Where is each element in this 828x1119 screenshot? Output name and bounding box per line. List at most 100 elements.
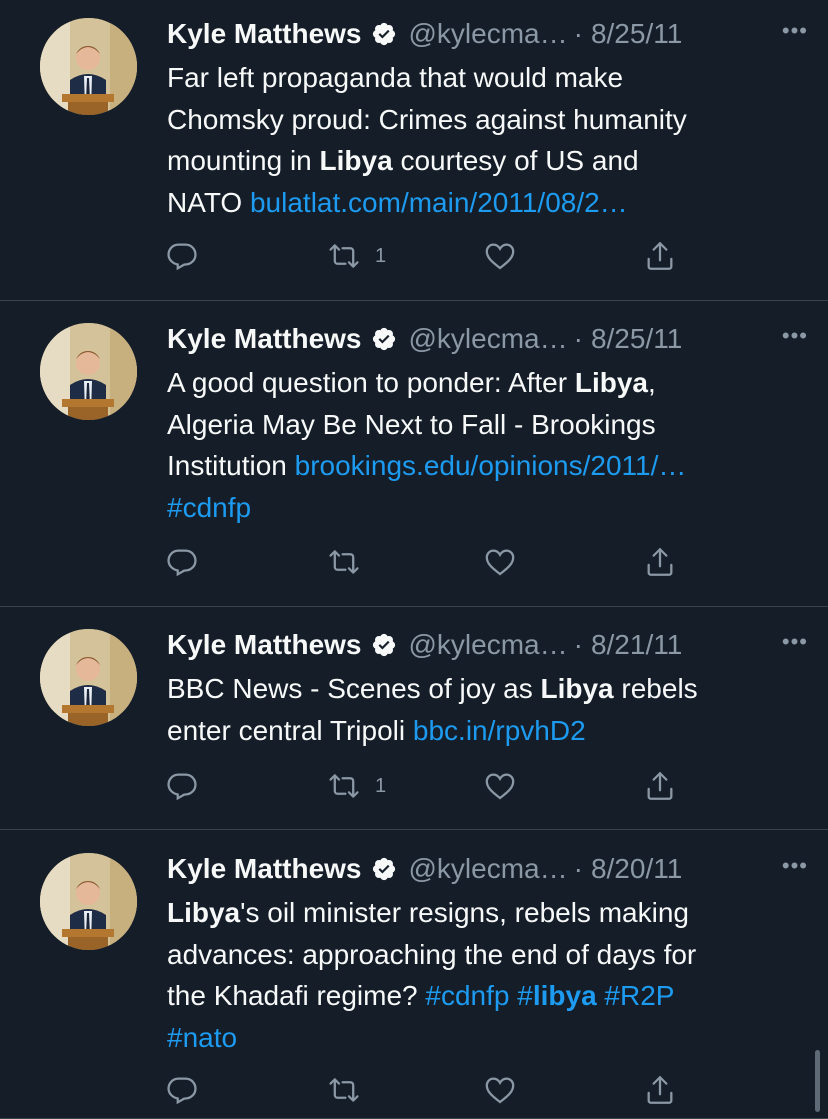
tweet-text-line: #nato [167, 1017, 787, 1059]
author-handle[interactable]: @kylecma… [409, 853, 568, 885]
reply-icon [165, 1073, 199, 1107]
author-name[interactable]: Kyle Matthews [167, 853, 362, 885]
separator: · [573, 853, 583, 884]
tweet-link[interactable]: # [517, 980, 533, 1011]
tweet-text: A good question to ponder: After Libya, A… [167, 362, 787, 528]
tweet-link[interactable]: #cdnfp [167, 492, 251, 523]
like-button[interactable] [483, 236, 517, 276]
separator: · [573, 629, 583, 660]
tweet-text-line: BBC News - Scenes of joy as Libya rebels [167, 668, 787, 710]
share-button[interactable] [643, 236, 677, 276]
like-button[interactable] [483, 1070, 517, 1110]
scrollbar[interactable] [815, 1050, 820, 1112]
reply-button[interactable] [165, 766, 199, 806]
reply-icon [165, 239, 199, 273]
tweet-link[interactable]: #nato [167, 1022, 237, 1053]
tweet-text: Libya's oil minister resigns, rebels mak… [167, 892, 787, 1058]
tweet-text-line: enter central Tripoli bbc.in/rpvhD2 [167, 710, 787, 752]
tweet-link[interactable]: #cdnfp [425, 980, 509, 1011]
avatar[interactable] [40, 853, 137, 950]
tweet-date[interactable]: 8/20/11 [591, 853, 682, 885]
retweet-count: 1 [375, 244, 387, 267]
author-handle[interactable]: @kylecma… [409, 18, 568, 50]
author-name[interactable]: Kyle Matthews [167, 323, 362, 355]
tweet-actions: 1 [165, 236, 685, 276]
more-options-icon[interactable]: ••• [782, 629, 808, 655]
tweet-actions [165, 542, 685, 582]
text-segment: the Khadafi regime? [167, 980, 426, 1011]
highlighted-keyword: Libya [574, 367, 648, 398]
tweet-header: Kyle Matthews @kylecma… · 8/25/11 ••• [167, 319, 808, 359]
like-button[interactable] [483, 542, 517, 582]
like-icon [483, 545, 517, 579]
tweet-text-line: #cdnfp [167, 487, 787, 529]
retweet-button[interactable] [327, 542, 375, 582]
author-name[interactable]: Kyle Matthews [167, 629, 362, 661]
share-button[interactable] [643, 542, 677, 582]
retweet-button[interactable] [327, 1070, 375, 1110]
reply-icon [165, 545, 199, 579]
reply-button[interactable] [165, 542, 199, 582]
text-segment: enter central Tripoli [167, 714, 413, 746]
separator: · [573, 18, 583, 49]
tweet-link[interactable]: #R2P [604, 980, 674, 1011]
highlighted-keyword: Libya [167, 897, 241, 928]
retweet-icon [327, 545, 361, 579]
retweet-icon [327, 1073, 361, 1107]
tweet-text-line: the Khadafi regime? #cdnfp #libya #R2P [167, 975, 787, 1017]
text-segment: mounting in [167, 145, 320, 176]
retweet-icon [327, 239, 361, 273]
like-icon [483, 1073, 517, 1107]
like-icon [483, 769, 517, 803]
tweet-header: Kyle Matthews @kylecma… · 8/21/11 ••• [167, 625, 808, 665]
verified-badge-icon [371, 326, 397, 352]
tweet-link[interactable]: bulatlat.com/main/2011/08/2… [250, 187, 628, 218]
retweet-button[interactable]: 1 [327, 236, 386, 276]
text-segment: , [648, 367, 656, 398]
retweet-button[interactable]: 1 [327, 766, 386, 806]
tweet[interactable]: Kyle Matthews @kylecma… · 8/20/11 ••• Libya'… [0, 830, 828, 1119]
tweet-text-line: Algeria May Be Next to Fall - Brookings [167, 404, 787, 446]
tweet-link[interactable]: brookings.edu/opinions/2011/… [295, 450, 687, 481]
share-button[interactable] [643, 1070, 677, 1110]
tweet-actions [165, 1070, 685, 1110]
tweet-link[interactable]: bbc.in/rpvhD2 [413, 715, 586, 746]
text-segment: rebels [613, 673, 698, 704]
more-options-icon[interactable]: ••• [782, 323, 808, 349]
text-segment: courtesy of US and [392, 145, 639, 176]
author-handle[interactable]: @kylecma… [409, 629, 568, 661]
tweet-text-line: Libya's oil minister resigns, rebels mak… [167, 892, 787, 934]
tweet-link[interactable]: libya [533, 980, 597, 1011]
more-options-icon[interactable]: ••• [782, 853, 808, 879]
reply-icon [165, 769, 199, 803]
share-icon [643, 545, 677, 579]
share-icon [643, 769, 677, 803]
text-segment: NATO [167, 186, 250, 218]
verified-badge-icon [371, 632, 397, 658]
more-options-icon[interactable]: ••• [782, 18, 808, 44]
author-name[interactable]: Kyle Matthews [167, 18, 362, 50]
text-segment: Institution [167, 450, 295, 481]
reply-button[interactable] [165, 236, 199, 276]
tweet[interactable]: Kyle Matthews @kylecma… · 8/25/11 ••• A good… [0, 301, 828, 607]
text-segment: Far left propaganda that would make [167, 62, 624, 93]
highlighted-keyword: Libya [540, 673, 614, 704]
tweet[interactable]: Kyle Matthews @kylecma… · 8/21/11 ••• BBC Ne… [0, 607, 828, 830]
tweet-date[interactable]: 8/25/11 [591, 323, 682, 355]
text-segment: Algeria May Be Next to Fall - Brookings [167, 408, 656, 440]
tweet[interactable]: Kyle Matthews @kylecma… · 8/25/11 ••• Far le… [0, 0, 828, 301]
reply-button[interactable] [165, 1070, 199, 1110]
avatar[interactable] [40, 323, 137, 420]
share-button[interactable] [643, 766, 677, 806]
tweet-text-line: NATO bulatlat.com/main/2011/08/2… [167, 182, 787, 224]
tweet-date[interactable]: 8/25/11 [591, 18, 682, 50]
author-handle[interactable]: @kylecma… [409, 323, 568, 355]
like-button[interactable] [483, 766, 517, 806]
text-segment: A good question to ponder: After [167, 367, 575, 398]
tweet-text-line: Far left propaganda that would make [167, 57, 787, 99]
tweet-text: Far left propaganda that would make Choms… [167, 57, 787, 223]
avatar[interactable] [40, 18, 137, 115]
verified-badge-icon [371, 856, 397, 882]
tweet-date[interactable]: 8/21/11 [591, 629, 682, 661]
avatar[interactable] [40, 629, 137, 726]
